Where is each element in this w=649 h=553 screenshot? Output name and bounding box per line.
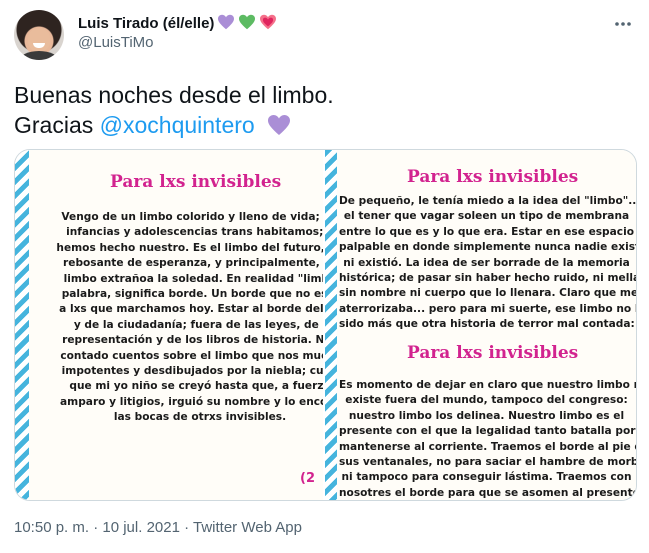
- panel-text-line: Es momento de dejar en claro que nuestro…: [339, 379, 636, 391]
- panel-title-top: Para lxs invisibles: [407, 167, 579, 187]
- panel-text-line: De pequeño, le tenía miedo a la idea del…: [339, 195, 636, 207]
- panel-text-line: rebosante de esperanza, y principalmente…: [63, 257, 325, 270]
- panel-text-line: que mi yo niño se creyó hasta que, a fue…: [69, 380, 325, 393]
- purple-heart-icon: [268, 115, 291, 135]
- tweet-meta: 10:50 p. m. · 10 jul. 2021 · Twitter Web…: [14, 519, 302, 536]
- tweet-text-prefix: Gracias: [14, 112, 94, 138]
- panel-text: Vengo de un limbo colorido y lleno de vi…: [35, 210, 325, 426]
- more-options-button[interactable]: [611, 12, 635, 36]
- panel-text-line: el tener que vagar soleen un tipo de mem…: [343, 210, 630, 223]
- tweet-text-line-2: Gracias @xochquintero: [14, 110, 634, 140]
- display-name[interactable]: Luis Tirado (él/elle): [78, 15, 214, 32]
- panel-text-line: amparo y litigios, irguió su nombre y lo…: [60, 395, 325, 408]
- panel-text-line: palabra, significa borde. Un borde que n…: [61, 288, 325, 301]
- panel-text-line: aterrorizaba... pero para mi suerte, ese…: [339, 302, 636, 315]
- stripe-border: [15, 150, 29, 500]
- avatar-face: [28, 28, 50, 52]
- panel-text-line: a lxs que marchamos hoy. Estar al borde …: [59, 303, 325, 316]
- panel-text-line: mantenerse al corriente. Traemos el bord…: [339, 440, 636, 453]
- panel-text-line: nuestro limbo los delinea. Nuestro limbo…: [348, 409, 625, 422]
- panel-text-line: infancias y adolescencias trans habitamo…: [66, 226, 325, 239]
- purple-heart-icon: [217, 14, 235, 33]
- sparkling-heart-icon: [259, 14, 277, 33]
- timestamp-link[interactable]: 10:50 p. m. · 10 jul. 2021 ·: [14, 519, 193, 536]
- panel-title-bottom: Para lxs invisibles: [407, 343, 579, 363]
- tweet-text-line-1: Buenas noches desde el limbo.: [14, 82, 334, 108]
- stripe-border: [325, 150, 337, 500]
- media-image-right[interactable]: Para lxs invisibles De pequeño, le tenía…: [325, 150, 636, 500]
- panel-text-line: contado cuentos sobre el limbo que nos m…: [60, 349, 325, 362]
- name-row[interactable]: Luis Tirado (él/elle): [78, 12, 277, 34]
- avatar-shirt: [19, 51, 59, 60]
- panel-text-line: ni tampoco para conseguir lástima. Traem…: [341, 471, 632, 484]
- panel-text-bottom: Es momento de dejar en claro que nuestro…: [339, 378, 636, 500]
- user-handle[interactable]: @LuisTiMo: [78, 34, 154, 51]
- panel-text-line: sus ventanales, no para saciar el hambre…: [339, 456, 636, 469]
- tweet-header: Luis Tirado (él/elle) @LuisTiMo: [14, 10, 635, 62]
- more-horizontal-icon: [615, 22, 631, 26]
- panel-text-line: ni existió. La idea de ser borrade de la…: [343, 256, 630, 269]
- panel-text-line: presente con el que la legalidad tanto b…: [339, 425, 636, 438]
- green-heart-icon: [238, 14, 256, 33]
- panel-text-line: existe fuera del mundo, tampoco del cong…: [345, 394, 628, 407]
- panel-text-line: limbo extrañoa la soledad. En realidad "…: [63, 272, 325, 285]
- source-link[interactable]: Twitter Web App: [193, 519, 302, 536]
- panel-text-line: y de la ciudadanía; fuera de las leyes, …: [73, 318, 325, 331]
- tweet-text: Buenas noches desde el limbo. Gracias @x…: [14, 80, 634, 140]
- panel-text-line: representación y de los libros de histor…: [62, 334, 325, 347]
- panel-text-line: Vengo de un limbo colorido y lleno de vi…: [61, 211, 325, 223]
- panel-text-line: palpable en donde simplemente nunca nadi…: [339, 241, 636, 254]
- panel-text-line: sin nombre ni cuerpo que lo llenara. Cla…: [339, 287, 636, 300]
- panel-text-line: impotentes y desdibujados por la niebla;…: [61, 365, 325, 378]
- panel-text-line: entre lo que es y lo que era. Estar en e…: [339, 225, 634, 238]
- avatar[interactable]: [14, 10, 64, 60]
- panel-text-line: sido más que otra historia de terror mal…: [339, 318, 635, 331]
- tweet-media: Para lxs invisibles Vengo de un limbo co…: [14, 149, 637, 501]
- panel-text-line: hemos hecho nuestro. Es el limbo del fut…: [56, 241, 325, 254]
- media-image-left[interactable]: Para lxs invisibles Vengo de un limbo co…: [15, 150, 325, 500]
- panel-text-top: De pequeño, le tenía miedo a la idea del…: [339, 194, 636, 333]
- panel-text-line: nosotres el borde para que se asomen al …: [339, 486, 636, 499]
- panel-title: Para lxs invisibles: [110, 172, 282, 192]
- panel-badge: (2: [300, 471, 315, 486]
- panel-text-line: histórica; de pasar sin haber hecho ruid…: [339, 272, 636, 285]
- mention-link[interactable]: @xochquintero: [100, 112, 255, 138]
- panel-text-line: las bocas de otrxs invisibles.: [113, 411, 287, 424]
